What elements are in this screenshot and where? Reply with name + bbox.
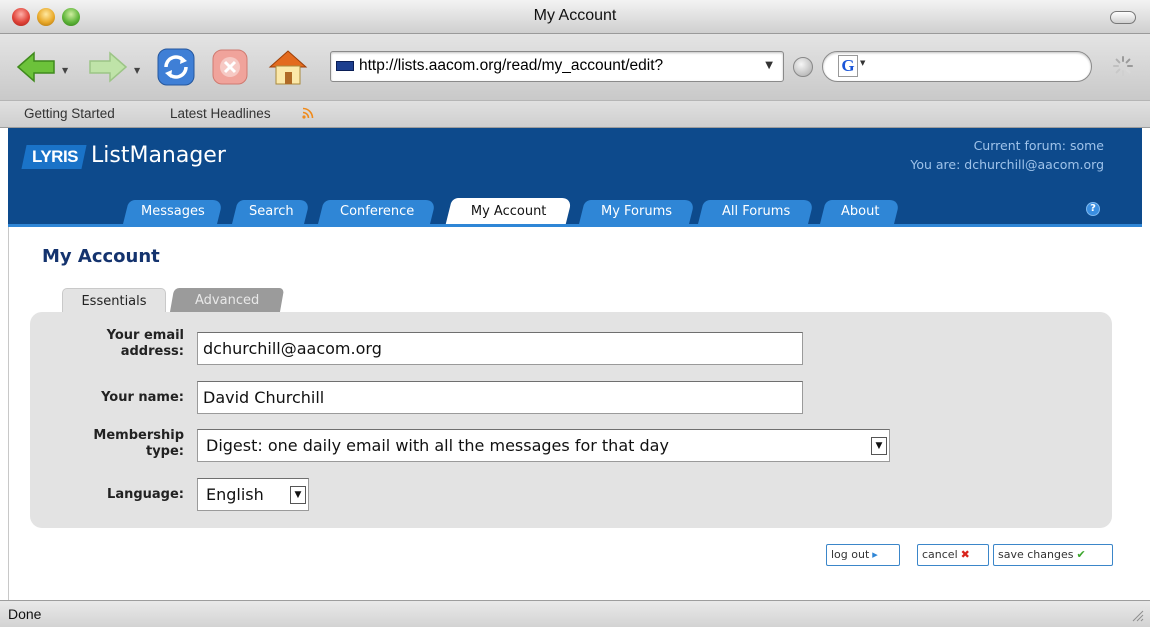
rss-feed-icon	[302, 107, 314, 119]
home-button[interactable]	[266, 45, 310, 89]
page-title: My Account	[42, 246, 160, 267]
tab-messages[interactable]: Messages	[123, 200, 223, 224]
stop-button[interactable]	[208, 45, 252, 89]
home-icon	[268, 50, 308, 85]
membership-type-select[interactable]: Digest: one daily email with all the mes…	[197, 429, 890, 462]
bookmark-latest-headlines[interactable]: Latest Headlines	[170, 106, 271, 121]
name-label: Your name:	[101, 390, 184, 405]
tab-my-forums[interactable]: My Forums	[579, 200, 695, 224]
address-bar[interactable]: http://lists.aacom.org/read/my_account/e…	[330, 51, 784, 82]
forum-info: Current forum: some You are: dchurchill@…	[910, 136, 1104, 174]
url-history-icon[interactable]: ▼	[765, 60, 773, 71]
search-bar[interactable]: G ▼	[822, 51, 1092, 82]
app-name: ListManager	[91, 143, 226, 168]
resize-grip-icon[interactable]	[1130, 608, 1144, 622]
arrow-right-icon: ▸	[872, 548, 878, 561]
main-nav-tabs: Messages Search Conference My Account My…	[8, 198, 1142, 224]
name-field[interactable]: David Churchill	[197, 381, 803, 414]
save-changes-button[interactable]: save changes ✔	[993, 544, 1113, 566]
email-label: Your email address:	[106, 328, 184, 359]
tab-search[interactable]: Search	[232, 200, 310, 224]
forward-history-icon[interactable]: ▼	[134, 66, 140, 75]
lyris-logo-text: LYRIS	[32, 147, 79, 166]
chevron-down-icon: ▼	[290, 486, 306, 504]
language-label: Language:	[107, 487, 184, 502]
loading-throbber-icon	[1113, 56, 1133, 76]
account-form: Your email address: dchurchill@aacom.org…	[30, 312, 1112, 528]
tabs-underline	[8, 224, 1142, 227]
subtab-advanced[interactable]: Advanced	[169, 288, 285, 313]
search-engine-dropdown-icon[interactable]: ▼	[860, 59, 865, 67]
subtab-essentials[interactable]: Essentials	[62, 288, 166, 313]
go-button[interactable]	[793, 57, 813, 77]
cross-icon: ✖	[960, 548, 970, 561]
forward-arrow-icon	[89, 51, 128, 83]
url-text: http://lists.aacom.org/read/my_account/e…	[359, 57, 664, 74]
reload-icon	[157, 48, 195, 86]
help-icon[interactable]: ?	[1086, 202, 1100, 216]
cancel-button[interactable]: cancel ✖	[917, 544, 989, 566]
back-arrow-icon	[16, 51, 55, 83]
chevron-down-icon: ▼	[871, 437, 887, 455]
back-history-icon[interactable]: ▼	[62, 66, 68, 75]
user-identity-text: You are: dchurchill@aacom.org	[910, 157, 1104, 172]
current-forum-text: Current forum: some	[973, 138, 1104, 153]
window-titlebar: My Account	[0, 0, 1150, 34]
browser-toolbar: ▼ ▼ http://lists.aacom.org/read/my_accou…	[0, 34, 1150, 100]
tab-all-forums[interactable]: All Forums	[698, 200, 814, 224]
logout-button[interactable]: log out ▸	[826, 544, 900, 566]
status-text: Done	[8, 606, 42, 622]
tab-conference[interactable]: Conference	[318, 200, 436, 224]
app-header: LYRIS ListManager Current forum: some Yo…	[8, 128, 1142, 224]
reload-button[interactable]	[154, 45, 198, 89]
search-engine-icon[interactable]: G	[838, 55, 858, 77]
bookmarks-bar: Getting Started Latest Headlines	[0, 100, 1150, 128]
window-title: My Account	[533, 7, 617, 24]
tab-about[interactable]: About	[820, 200, 900, 224]
bookmark-getting-started[interactable]: Getting Started	[24, 106, 115, 121]
status-bar: Done	[0, 600, 1150, 627]
stop-icon	[212, 49, 248, 85]
page-content: LYRIS ListManager Current forum: some Yo…	[0, 128, 1150, 600]
toolbar-toggle-button[interactable]	[1110, 11, 1136, 24]
email-field[interactable]: dchurchill@aacom.org	[197, 332, 803, 365]
back-button[interactable]	[14, 45, 58, 89]
checkmark-icon: ✔	[1076, 548, 1086, 561]
membership-type-label: Membership type:	[93, 428, 184, 459]
forward-button[interactable]	[86, 45, 130, 89]
tab-my-account[interactable]: My Account	[445, 198, 573, 224]
language-select[interactable]: English ▼	[197, 478, 309, 511]
site-favicon-icon	[336, 61, 354, 71]
